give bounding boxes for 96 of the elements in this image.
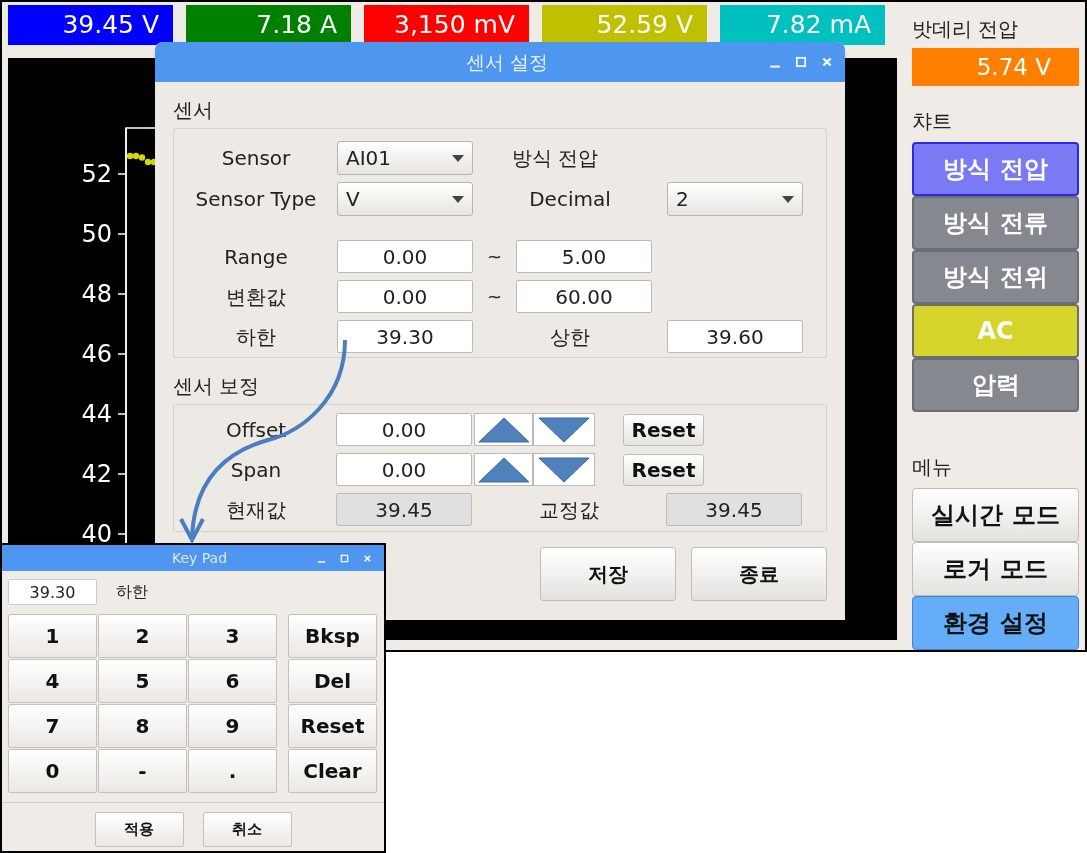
window-title: 센서 설정	[465, 49, 548, 75]
input-field[interactable]: 39.45	[666, 493, 802, 526]
input-field[interactable]: 39.45	[336, 493, 472, 526]
maximize-icon[interactable]	[795, 56, 807, 68]
decrease-button[interactable]	[533, 453, 595, 486]
key-button[interactable]: Bksp	[288, 614, 377, 658]
input-field[interactable]: 0.00	[337, 280, 473, 313]
caret-icon	[452, 154, 464, 162]
chart-button[interactable]: 방식 전류	[912, 196, 1079, 250]
chart-button[interactable]: 방식 전위	[912, 250, 1079, 304]
section-title: 센서	[173, 97, 214, 124]
dropdown[interactable]: V	[337, 182, 473, 216]
window-title: Key Pad	[171, 548, 228, 568]
input-field[interactable]: 0.00	[337, 240, 473, 273]
axis-label: 48	[81, 280, 112, 308]
dialog-button[interactable]: 저장	[540, 547, 676, 601]
increase-button[interactable]	[474, 413, 533, 446]
axis-label: 40	[81, 520, 112, 548]
readout: 52.59 V	[542, 5, 707, 45]
key-button[interactable]: 3	[188, 614, 277, 658]
key-button[interactable]: 9	[188, 704, 277, 748]
field-label: Decimal	[528, 186, 612, 213]
field-label: Sensor	[220, 145, 292, 172]
input-field[interactable]: 0.00	[336, 453, 472, 486]
field-label: Sensor Type	[194, 186, 318, 213]
key-button[interactable]: 7	[8, 704, 97, 748]
dialog-button[interactable]: 종료	[691, 547, 827, 601]
key-button[interactable]: .	[188, 749, 277, 793]
key-button[interactable]: Clear	[288, 749, 377, 793]
axis-label: 52	[81, 160, 112, 188]
axis-label: 50	[81, 220, 112, 248]
chart-button[interactable]: 방식 전압	[912, 142, 1079, 196]
key-button[interactable]: 2	[98, 614, 187, 658]
dropdown[interactable]: 2	[667, 182, 803, 216]
close-icon[interactable]	[363, 553, 372, 563]
field-label: Range	[223, 243, 289, 271]
dropdown-value: AI01	[346, 145, 392, 172]
input-field[interactable]: 5.00	[516, 240, 652, 273]
key-button[interactable]: 8	[98, 704, 187, 748]
menu-button[interactable]: 환경 설정	[912, 596, 1079, 650]
section-title: 센서 보정	[173, 373, 261, 400]
key-button[interactable]: -	[98, 749, 187, 793]
field-label: Offset	[224, 416, 288, 444]
axis-label: 42	[81, 460, 112, 488]
range-separator: ~	[485, 245, 504, 269]
panel-label: 밧데리 전압	[912, 16, 1020, 43]
key-button[interactable]: 5	[98, 659, 187, 703]
caret-icon	[452, 195, 464, 203]
value-field[interactable]: 39.30	[8, 579, 97, 605]
readout: 7.18 A	[186, 5, 351, 45]
down-triangle-icon	[538, 456, 590, 483]
increase-button[interactable]	[474, 453, 533, 486]
menu-button[interactable]: 실시간 모드	[912, 488, 1079, 542]
key-button[interactable]: 4	[8, 659, 97, 703]
input-field[interactable]: 0.00	[336, 413, 472, 446]
input-field[interactable]: 39.60	[667, 320, 803, 353]
key-button[interactable]: 0	[8, 749, 97, 793]
key-button[interactable]: 1	[8, 614, 97, 658]
readout: 39.45 V	[8, 5, 173, 45]
down-triangle-icon	[538, 416, 590, 443]
dialog-button[interactable]: 적용	[94, 812, 184, 847]
range-separator: ~	[485, 285, 504, 309]
chart-button[interactable]: 압력	[912, 358, 1079, 412]
field-label: Span	[229, 456, 283, 484]
axis-label: 44	[81, 400, 112, 428]
field-label: 교정값	[538, 496, 600, 524]
maximize-icon[interactable]	[340, 553, 349, 563]
field-label: 현재값	[225, 496, 287, 524]
dropdown-value: V	[346, 186, 360, 213]
field-label: 상한	[549, 323, 591, 351]
close-icon[interactable]	[821, 56, 833, 68]
key-button[interactable]: Del	[288, 659, 377, 703]
field-label: 하한	[116, 581, 148, 603]
reset-button[interactable]: Reset	[623, 453, 704, 486]
key-button[interactable]: Reset	[288, 704, 377, 748]
key-button[interactable]: 6	[188, 659, 277, 703]
panel-label: 챠트	[912, 108, 953, 135]
reset-button[interactable]: Reset	[623, 413, 704, 446]
up-triangle-icon	[477, 416, 530, 443]
panel-label: 메뉴	[912, 454, 953, 481]
up-triangle-icon	[477, 456, 530, 483]
axis-label: 46	[81, 340, 112, 368]
battery-readout: 5.74 V	[912, 48, 1079, 86]
dialog-button[interactable]: 취소	[202, 812, 292, 847]
dropdown-value: 2	[676, 186, 689, 213]
decrease-button[interactable]	[533, 413, 595, 446]
caret-icon	[782, 195, 794, 203]
input-field[interactable]: 60.00	[516, 280, 652, 313]
menu-button[interactable]: 로거 모드	[912, 542, 1079, 596]
field-label: 하한	[235, 323, 277, 351]
readout: 7.82 mA	[720, 5, 885, 45]
field-label: 변환값	[225, 283, 287, 311]
mode-text: 방식 전압	[512, 145, 599, 172]
input-field[interactable]: 39.30	[337, 320, 473, 353]
dropdown[interactable]: AI01	[337, 141, 473, 175]
readout: 3,150 mV	[364, 5, 529, 45]
